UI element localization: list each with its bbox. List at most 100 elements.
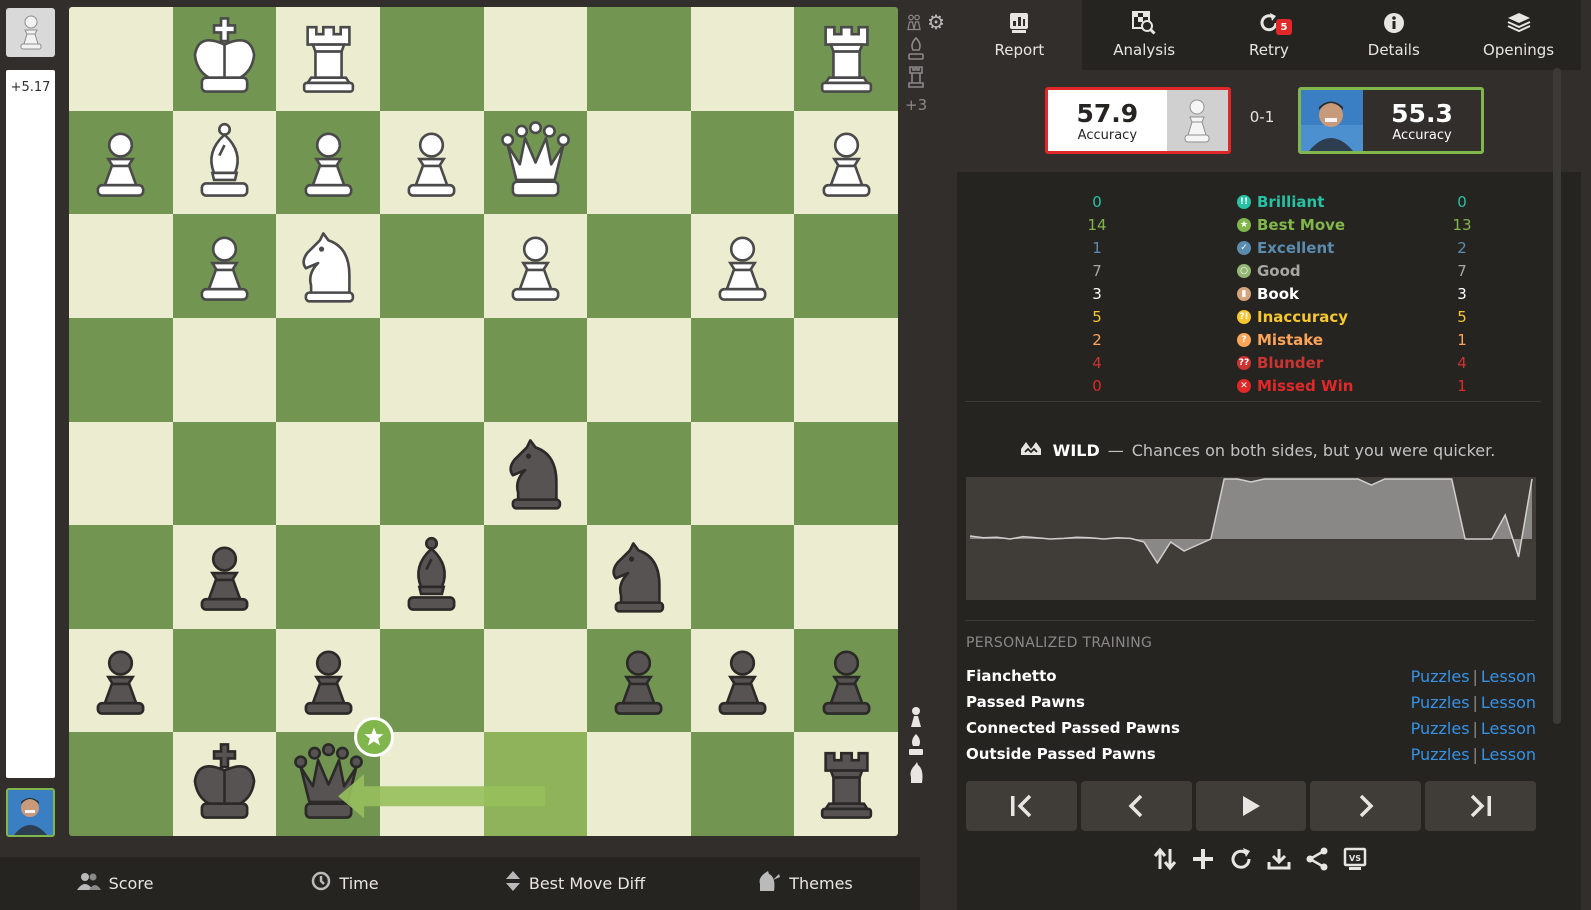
- board-square[interactable]: [587, 317, 691, 422]
- tab-openings[interactable]: Openings: [1456, 0, 1581, 70]
- board-square[interactable]: [794, 214, 898, 318]
- black-pawn-piece[interactable]: [69, 629, 173, 733]
- black-pawn-piece[interactable]: [587, 629, 691, 733]
- board-square[interactable]: [69, 421, 173, 526]
- white-knight-piece[interactable]: [276, 214, 380, 318]
- board-square[interactable]: [379, 110, 484, 215]
- lesson-link[interactable]: Lesson: [1481, 719, 1536, 738]
- board-square[interactable]: [276, 525, 380, 629]
- best-move-diff-button[interactable]: Best Move Diff: [460, 870, 690, 897]
- white-pawn-piece[interactable]: [484, 214, 588, 318]
- white-bishop-piece[interactable]: [173, 111, 277, 215]
- white-pawn-piece[interactable]: [794, 111, 898, 215]
- black-king-piece[interactable]: [173, 732, 277, 836]
- next-move-button[interactable]: [1310, 781, 1422, 831]
- board-square[interactable]: [172, 7, 277, 111]
- board-square[interactable]: [483, 628, 588, 733]
- board-square[interactable]: [69, 525, 173, 629]
- board-square[interactable]: [483, 732, 588, 836]
- classification-row[interactable]: 3 ▮ Book 3: [957, 282, 1581, 305]
- board-square[interactable]: [794, 421, 898, 526]
- board-square[interactable]: [690, 525, 795, 629]
- versus-button[interactable]: VS: [1343, 846, 1367, 872]
- tab-details[interactable]: Details: [1331, 0, 1456, 70]
- classification-row[interactable]: 7 ○ Good 7: [957, 259, 1581, 282]
- board-square[interactable]: [794, 628, 898, 733]
- board-square[interactable]: [379, 214, 484, 318]
- board-square[interactable]: [379, 628, 484, 733]
- download-button[interactable]: [1267, 846, 1291, 872]
- board-square[interactable]: [483, 7, 588, 111]
- board-square[interactable]: [587, 214, 691, 318]
- board-square[interactable]: [483, 317, 588, 422]
- white-pawn-piece[interactable]: [173, 214, 277, 318]
- board-square[interactable]: [794, 732, 898, 836]
- board-square[interactable]: [690, 317, 795, 422]
- flip-board-button[interactable]: [1153, 846, 1177, 872]
- board-square[interactable]: [587, 525, 691, 629]
- board-square[interactable]: [690, 421, 795, 526]
- black-knight-piece[interactable]: [484, 422, 588, 526]
- board-square[interactable]: [69, 317, 173, 422]
- puzzles-link[interactable]: Puzzles: [1411, 667, 1470, 686]
- black-rook-piece[interactable]: [794, 732, 898, 836]
- white-pawn-piece[interactable]: [276, 111, 380, 215]
- board-square[interactable]: [69, 214, 173, 318]
- play-button[interactable]: [1195, 781, 1307, 831]
- lesson-link[interactable]: Lesson: [1481, 693, 1536, 712]
- board-square[interactable]: [587, 628, 691, 733]
- board-square[interactable]: [172, 628, 277, 733]
- board-square[interactable]: [379, 7, 484, 111]
- lesson-link[interactable]: Lesson: [1481, 745, 1536, 764]
- tab-retry[interactable]: 5 Retry: [1207, 0, 1332, 70]
- white-pawn-piece[interactable]: [69, 111, 173, 215]
- puzzles-link[interactable]: Puzzles: [1411, 693, 1470, 712]
- lesson-link[interactable]: Lesson: [1481, 667, 1536, 686]
- tab-analysis[interactable]: Analysis: [1082, 0, 1207, 70]
- opponent-avatar[interactable]: [6, 8, 55, 57]
- time-button[interactable]: Time: [230, 871, 460, 896]
- board-square[interactable]: [587, 421, 691, 526]
- classification-row[interactable]: 2 ? Mistake 1: [957, 328, 1581, 351]
- classification-row[interactable]: 0 ✕ Missed Win 1: [957, 374, 1581, 397]
- classification-row[interactable]: 4 ?? Blunder 4: [957, 351, 1581, 374]
- puzzles-link[interactable]: Puzzles: [1411, 745, 1470, 764]
- board-square[interactable]: [276, 214, 380, 318]
- white-queen-piece[interactable]: [484, 111, 588, 215]
- board-square[interactable]: [483, 110, 588, 215]
- chess-board[interactable]: [69, 7, 898, 836]
- share-button[interactable]: [1305, 846, 1329, 872]
- black-pawn-piece[interactable]: [794, 629, 898, 733]
- board-square[interactable]: [276, 317, 380, 422]
- board-square[interactable]: [379, 525, 484, 629]
- board-square[interactable]: [690, 628, 795, 733]
- board-square[interactable]: [69, 110, 173, 215]
- classification-row[interactable]: 5 ?! Inaccuracy 5: [957, 305, 1581, 328]
- evaluation-graph[interactable]: [966, 477, 1536, 600]
- add-button[interactable]: [1191, 846, 1215, 872]
- board-square[interactable]: [276, 110, 380, 215]
- settings-gear-icon[interactable]: ⚙: [927, 12, 945, 32]
- board-square[interactable]: [69, 7, 173, 111]
- board-square[interactable]: [276, 7, 380, 111]
- puzzles-link[interactable]: Puzzles: [1411, 719, 1470, 738]
- board-square[interactable]: [690, 732, 795, 836]
- black-pawn-piece[interactable]: [173, 525, 277, 629]
- first-move-button[interactable]: [966, 781, 1077, 831]
- board-square[interactable]: [794, 110, 898, 215]
- board-square[interactable]: [172, 421, 277, 526]
- classification-row[interactable]: 1 ✓ Excellent 2: [957, 236, 1581, 259]
- previous-move-button[interactable]: [1080, 781, 1192, 831]
- board-square[interactable]: [379, 421, 484, 526]
- tab-report[interactable]: Report: [957, 0, 1082, 70]
- classification-row[interactable]: 0 !! Brilliant 0: [957, 190, 1581, 213]
- black-pawn-piece[interactable]: [276, 629, 380, 733]
- white-pawn-piece[interactable]: [691, 214, 795, 318]
- board-square[interactable]: [172, 214, 277, 318]
- board-square[interactable]: [587, 732, 691, 836]
- board-square[interactable]: [69, 628, 173, 733]
- board-square[interactable]: [587, 110, 691, 215]
- score-button[interactable]: Score: [0, 872, 230, 895]
- last-move-button[interactable]: [1425, 781, 1536, 831]
- player-avatar[interactable]: [6, 788, 55, 837]
